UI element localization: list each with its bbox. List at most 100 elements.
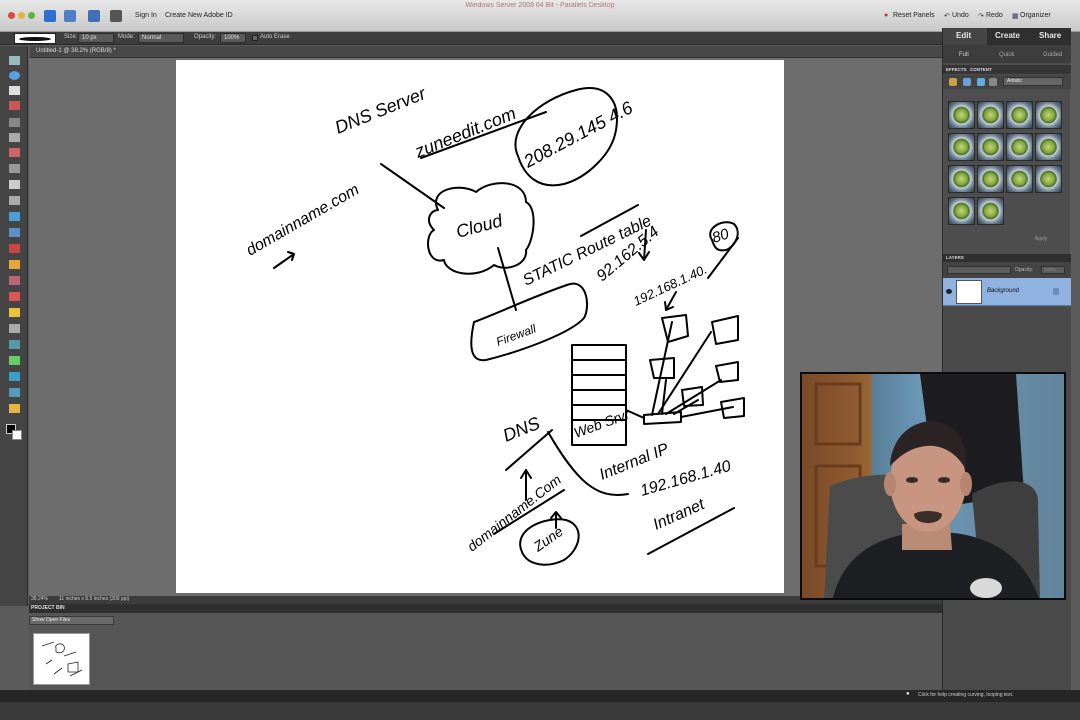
- auto-erase-checkbox[interactable]: [252, 35, 258, 41]
- filters-icon[interactable]: [949, 78, 957, 86]
- lasso-tool-icon[interactable]: [9, 133, 20, 142]
- photo-effects-icon[interactable]: [977, 78, 985, 86]
- effect-thumbnail[interactable]: [1006, 165, 1033, 193]
- eyedropper-tool-icon[interactable]: [9, 101, 20, 110]
- brush-stroke-icon: [19, 37, 51, 41]
- tab-effects[interactable]: EFFECTS: [946, 67, 967, 72]
- sponge-tool-icon[interactable]: [9, 404, 20, 413]
- effects-toolbar: Artistic: [943, 75, 1071, 89]
- effect-thumbnail[interactable]: [977, 133, 1004, 161]
- magic-wand-tool-icon[interactable]: [9, 148, 20, 157]
- zoom-readout[interactable]: 38.24%: [31, 596, 48, 602]
- zoom-window-icon[interactable]: [28, 12, 35, 19]
- domainname-text: domainname.com: [244, 181, 363, 259]
- reset-panels-icon[interactable]: ●: [884, 12, 888, 19]
- project-bin-title: PROJECT BIN: [31, 605, 65, 611]
- cookie-cutter-tool-icon[interactable]: [9, 212, 20, 221]
- webcam-overlay: [800, 372, 1066, 600]
- effects-header: EFFECTS CONTENT: [943, 65, 1071, 74]
- lock-icon[interactable]: [1053, 288, 1059, 295]
- auto-erase-label: Auto Erase: [260, 34, 290, 40]
- help-icon[interactable]: [88, 10, 100, 22]
- size-field[interactable]: 10 px: [78, 33, 114, 43]
- organizer-icon[interactable]: ▦: [1012, 12, 1019, 20]
- layer-opacity-field[interactable]: 100%: [1041, 266, 1065, 274]
- eraser-tool-icon[interactable]: [9, 292, 20, 301]
- subtab-quick[interactable]: Quick: [999, 52, 1014, 58]
- subtab-full[interactable]: Full: [959, 52, 969, 58]
- project-bin-select[interactable]: Show Open Files: [29, 616, 114, 625]
- effect-thumbnail[interactable]: [1035, 101, 1062, 129]
- zune-text: Zune: [530, 523, 566, 555]
- healing-brush-tool-icon[interactable]: [9, 260, 20, 269]
- effect-thumbnail[interactable]: [1035, 133, 1062, 161]
- visibility-eye-icon[interactable]: [946, 289, 952, 294]
- marquee-tool-icon[interactable]: [9, 118, 20, 127]
- effects-filter-select[interactable]: Artistic: [1003, 77, 1063, 86]
- layer-blend-mode-select[interactable]: [947, 266, 1011, 274]
- effect-thumbnail[interactable]: [977, 197, 1004, 225]
- hand-tool-icon[interactable]: [9, 86, 20, 95]
- layer-styles-icon[interactable]: [963, 78, 971, 86]
- sign-in-link[interactable]: Sign In: [135, 12, 157, 19]
- effect-thumbnail[interactable]: [977, 101, 1004, 129]
- undo-button[interactable]: Undo: [952, 12, 969, 19]
- close-window-icon[interactable]: [8, 12, 15, 19]
- window-title: Windows Server 2008 64 Bit - Parallels D…: [465, 2, 615, 9]
- selection-brush-tool-icon[interactable]: [9, 164, 20, 173]
- zoom-tool-icon[interactable]: [9, 71, 20, 80]
- undo-icon[interactable]: ↶: [944, 12, 950, 20]
- straighten-tool-icon[interactable]: [9, 228, 20, 237]
- minimize-window-icon[interactable]: [18, 12, 25, 19]
- effect-thumbnail[interactable]: [948, 133, 975, 161]
- red-eye-tool-icon[interactable]: [9, 244, 20, 253]
- background-color-swatch[interactable]: [12, 430, 22, 440]
- title-bar: Windows Server 2008 64 Bit - Parallels D…: [0, 0, 1080, 32]
- effect-thumbnail[interactable]: [1035, 165, 1062, 193]
- effect-thumbnail[interactable]: [948, 101, 975, 129]
- gradient-tool-icon[interactable]: [9, 356, 20, 365]
- brush-preview[interactable]: [14, 33, 56, 44]
- paint-bucket-tool-icon[interactable]: [9, 340, 20, 349]
- layers-toolbar: Opacity: 100%: [943, 262, 1071, 278]
- firewall-text: Firewall: [494, 321, 538, 348]
- tab-edit[interactable]: Edit: [956, 31, 971, 40]
- save-icon[interactable]: [64, 10, 76, 22]
- document-tab[interactable]: Untitled-1 @ 38.2% (RGB/8) *: [30, 46, 942, 58]
- tab-share[interactable]: Share: [1039, 31, 1061, 40]
- effect-thumbnail[interactable]: [977, 165, 1004, 193]
- crop-tool-icon[interactable]: [9, 196, 20, 205]
- show-all-icon[interactable]: [989, 78, 997, 86]
- effect-thumbnail[interactable]: [948, 197, 975, 225]
- create-adobe-id-link[interactable]: Create New Adobe ID: [165, 12, 233, 19]
- apply-button[interactable]: Apply: [1025, 234, 1057, 244]
- effect-thumbnail[interactable]: [1006, 101, 1033, 129]
- domainname-arrow: [273, 251, 295, 269]
- subtab-guided[interactable]: Guided: [1043, 52, 1062, 58]
- organizer-button[interactable]: Organizer: [1020, 12, 1051, 19]
- tab-content[interactable]: CONTENT: [970, 67, 992, 72]
- opacity-field[interactable]: 100%: [220, 33, 246, 43]
- reset-panels-button[interactable]: Reset Panels: [893, 12, 935, 19]
- document-canvas[interactable]: DNS Server zuneedit.com 208.29.145 4.6 d…: [176, 60, 784, 593]
- edit-subtabs: Full Quick Guided: [943, 45, 1071, 63]
- custom-shape-tool-icon[interactable]: [9, 372, 20, 381]
- blur-tool-icon[interactable]: [9, 388, 20, 397]
- effect-thumbnail[interactable]: [1006, 133, 1033, 161]
- tool-options-bar: Size: 10 px Mode: Normal Opacity: 100% A…: [0, 32, 942, 45]
- redo-icon[interactable]: ↷: [978, 12, 984, 20]
- type-tool-icon[interactable]: [9, 180, 20, 189]
- effect-thumbnail[interactable]: [948, 165, 975, 193]
- pencil-tool-icon[interactable]: [9, 308, 20, 317]
- tab-create[interactable]: Create: [995, 31, 1020, 40]
- move-tool-icon[interactable]: [9, 56, 20, 65]
- redo-button[interactable]: Redo: [986, 12, 1003, 19]
- smart-brush-tool-icon[interactable]: [9, 324, 20, 333]
- project-bin-thumbnail[interactable]: [33, 633, 90, 685]
- new-file-icon[interactable]: [44, 10, 56, 22]
- clone-stamp-tool-icon[interactable]: [9, 276, 20, 285]
- layers-title: LAYERS: [946, 255, 964, 260]
- mode-select[interactable]: Normal: [138, 33, 184, 43]
- layer-row-background[interactable]: Background: [943, 278, 1071, 306]
- arrange-icon[interactable]: [110, 10, 122, 22]
